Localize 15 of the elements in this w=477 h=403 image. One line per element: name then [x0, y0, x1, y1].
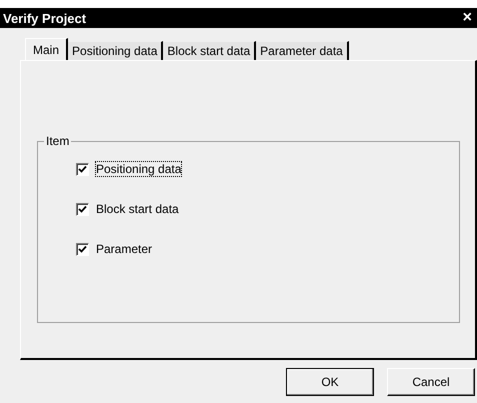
dialog-button[interactable]: OK — [286, 368, 374, 396]
tab[interactable]: Block start data — [163, 41, 256, 60]
checkbox-label: Positioning data — [96, 162, 182, 176]
tab[interactable]: Positioning data — [68, 41, 164, 60]
checkbox-label: Parameter — [96, 242, 152, 256]
window-title: Verify Project — [3, 12, 86, 24]
close-button[interactable]: × — [462, 10, 474, 26]
group-title: Item — [44, 134, 72, 148]
checkbox[interactable] — [76, 202, 89, 216]
checkbox[interactable] — [76, 242, 89, 256]
dialog-button[interactable]: Cancel — [387, 368, 475, 396]
checkbox-label: Block start data — [96, 202, 179, 216]
tab[interactable]: Parameter data — [256, 41, 349, 60]
checkbox[interactable] — [76, 162, 89, 176]
tab[interactable]: Main — [25, 38, 68, 60]
